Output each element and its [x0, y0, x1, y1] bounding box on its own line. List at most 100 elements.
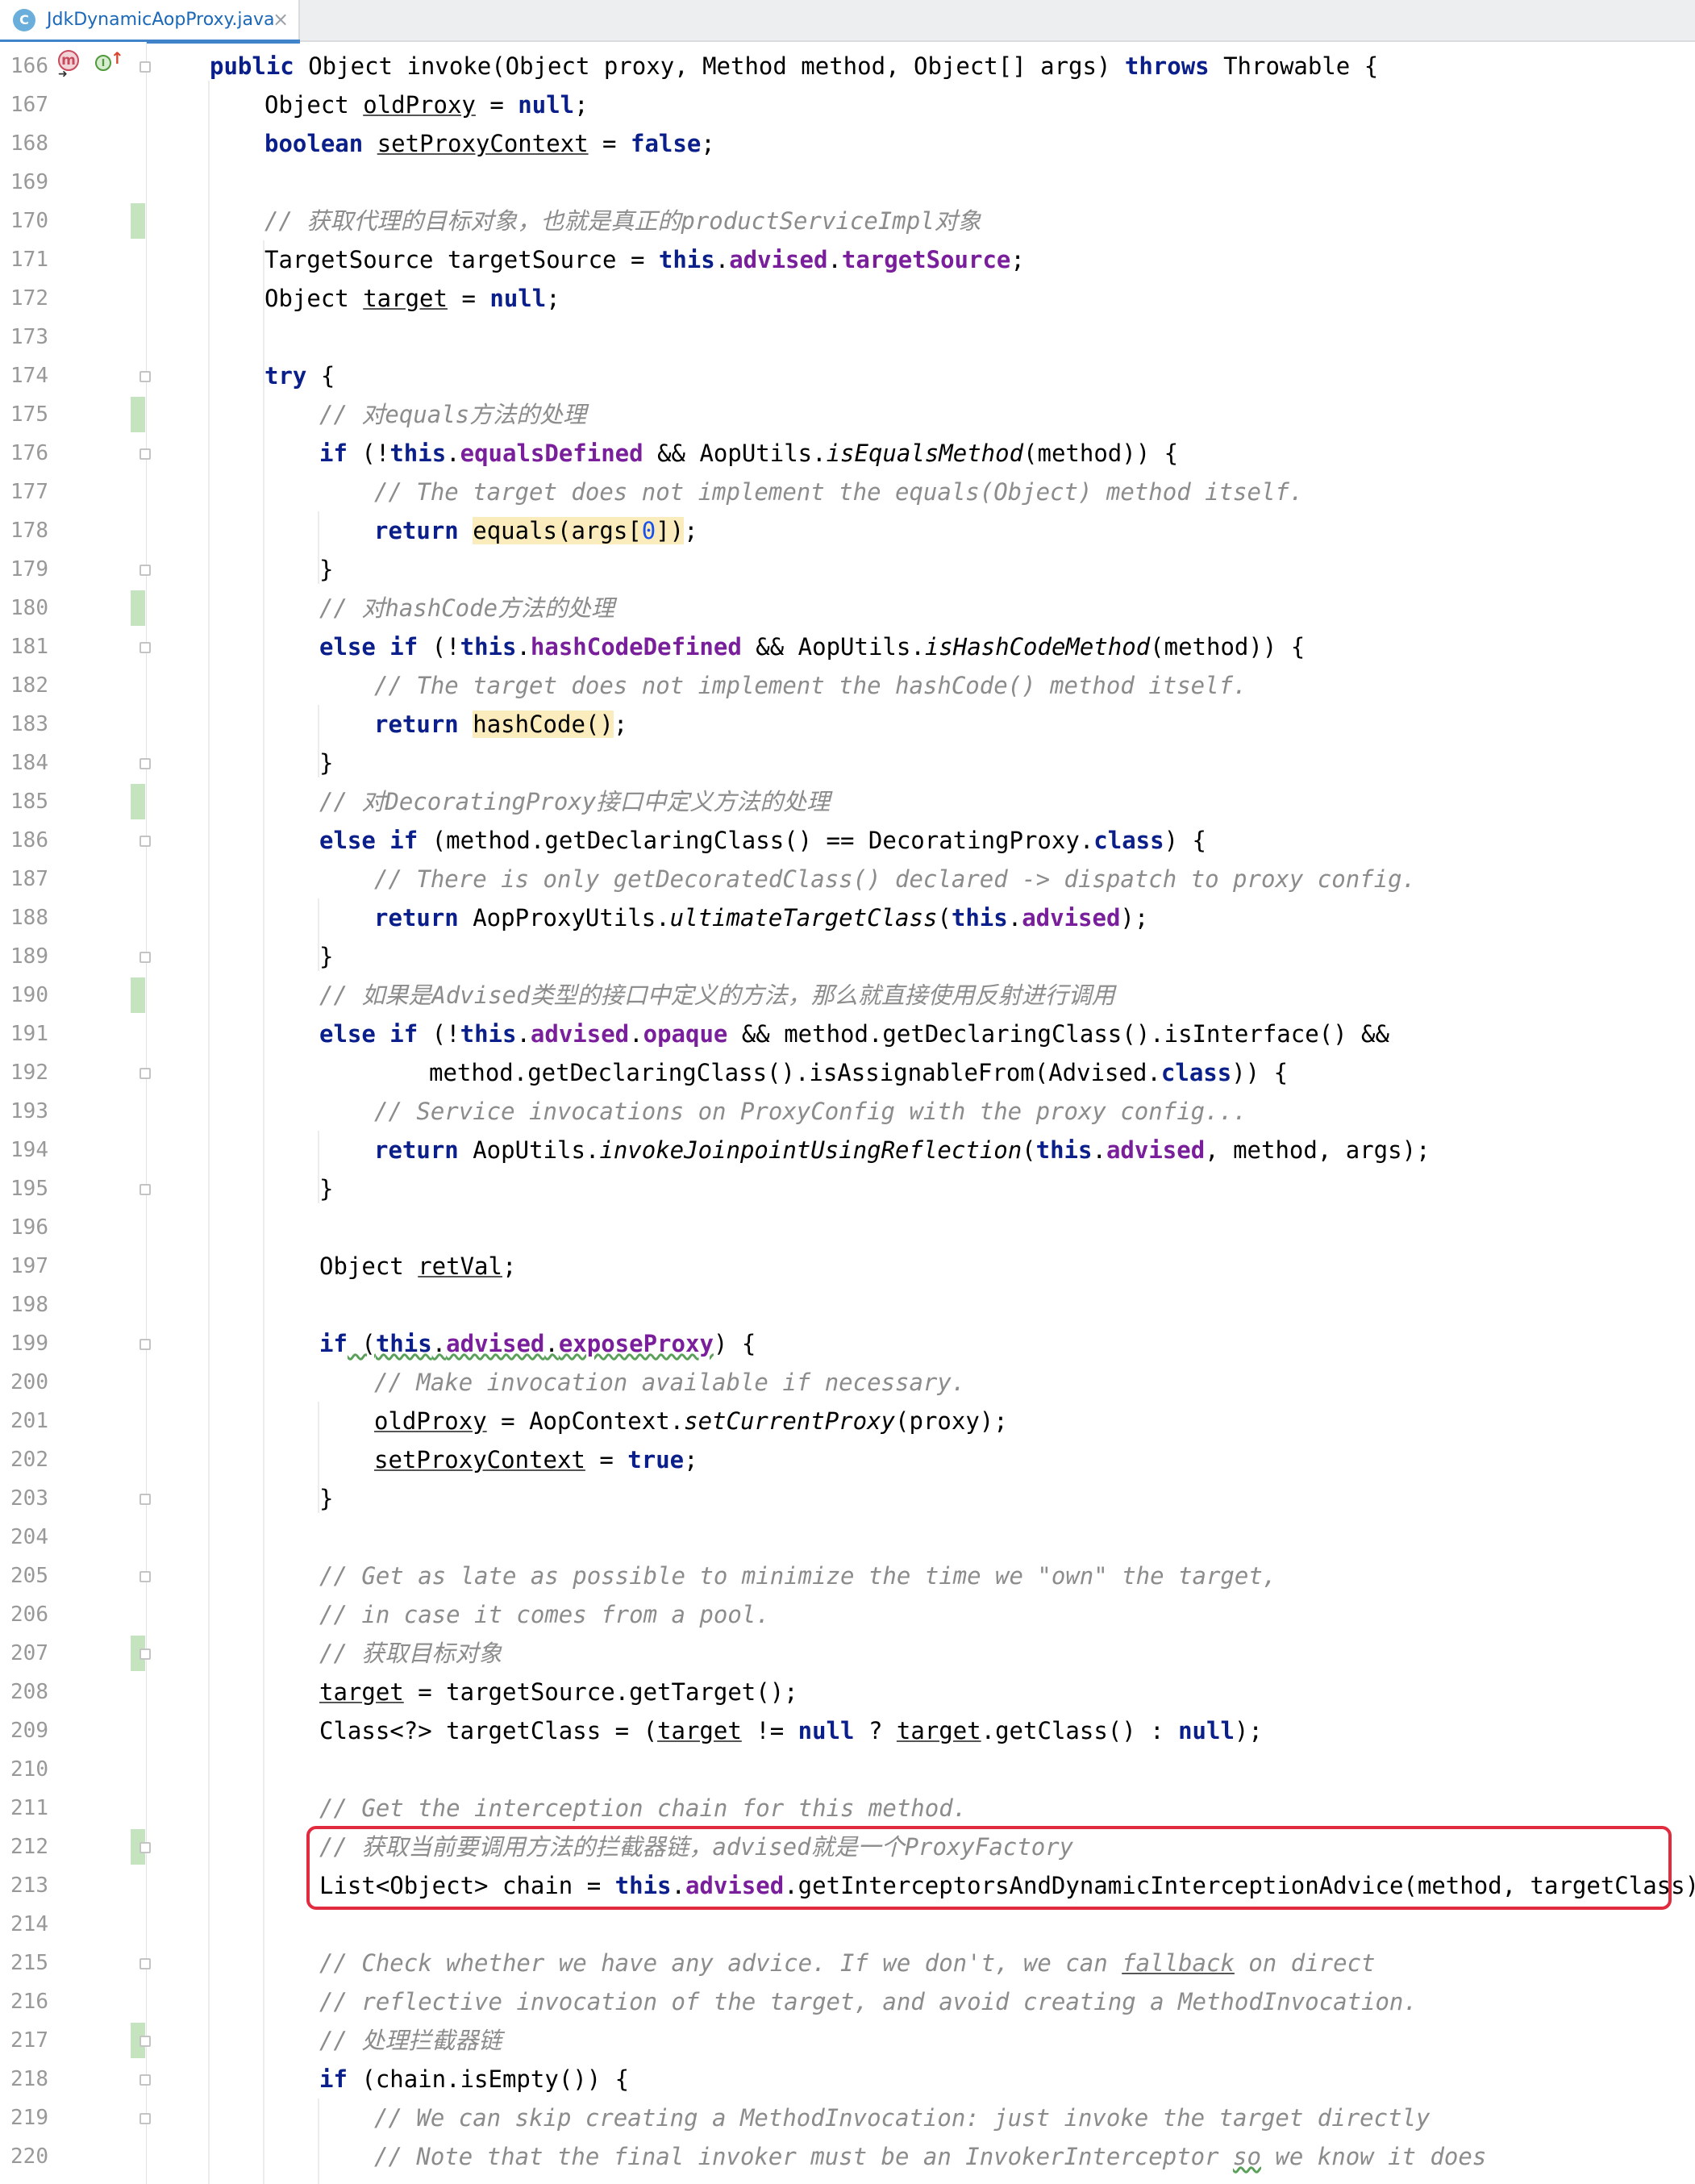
- line-number: 179: [10, 557, 48, 581]
- code-comment: // 处理拦截器链: [319, 2027, 502, 2054]
- code-comment: // Make invocation available if necessar…: [374, 1369, 966, 1396]
- vcs-change-marker[interactable]: [131, 590, 145, 626]
- code-line: Object target = null;: [264, 285, 560, 312]
- code-comment: // 对hashCode方法的处理: [319, 594, 615, 622]
- tab-title[interactable]: JdkDynamicAopProxy.java: [47, 10, 275, 30]
- code-line: else if (!this.hashCodeDefined && AopUti…: [319, 633, 1306, 661]
- line-number: 218: [10, 2067, 48, 2091]
- code-line: }: [319, 556, 334, 583]
- line-number: 183: [10, 712, 48, 736]
- line-number: 193: [10, 1099, 48, 1123]
- code-line: if (this.advised.exposeProxy) {: [319, 1330, 756, 1357]
- line-number: 202: [10, 1448, 48, 1472]
- line-number: 187: [10, 867, 48, 891]
- line-number: 169: [10, 170, 48, 194]
- line-number: 199: [10, 1332, 48, 1356]
- code-comment: // Note that the final invoker must be a…: [374, 2143, 1487, 2170]
- line-number: 181: [10, 635, 48, 659]
- editor-tab-bar: C JdkDynamicAopProxy.java ×: [0, 0, 1695, 44]
- line-number: 220: [10, 2144, 48, 2169]
- implements-method-icon[interactable]: I: [95, 55, 111, 71]
- line-number: 192: [10, 1061, 48, 1085]
- code-comment: // Get as late as possible to minimize t…: [319, 1562, 1277, 1590]
- code-line: boolean setProxyContext = false;: [264, 130, 715, 157]
- line-number: 195: [10, 1177, 48, 1201]
- line-number: 189: [10, 944, 48, 969]
- code-comment: // The target does not implement the has…: [374, 672, 1247, 699]
- close-tab-icon[interactable]: ×: [273, 8, 289, 31]
- code-line: Object retVal;: [319, 1252, 517, 1280]
- code-comment: // The target does not implement the equ…: [374, 478, 1304, 506]
- line-number: 182: [10, 673, 48, 698]
- code-line: public Object invoke(Object proxy, Metho…: [210, 52, 1379, 80]
- line-number: 177: [10, 480, 48, 504]
- indent-guide: [318, 2099, 319, 2184]
- navigate-arrow-icon: ➜: [58, 68, 68, 81]
- line-number: 201: [10, 1409, 48, 1433]
- vcs-change-marker[interactable]: [131, 977, 145, 1013]
- code-comment: // Check whether we have any advice. If …: [319, 1949, 1376, 1977]
- line-number: 190: [10, 983, 48, 1007]
- code-comment: // 如果是Advised类型的接口中定义的方法，那么就直接使用反射进行调用: [319, 982, 1115, 1009]
- code-comment: // reflective invocation of the target, …: [319, 1988, 1418, 2015]
- code-line: return hashCode();: [374, 711, 628, 738]
- line-number: 174: [10, 364, 48, 388]
- line-number: 204: [10, 1525, 48, 1549]
- editor-tab-jdkdynamicaopproxy[interactable]: C JdkDynamicAopProxy.java ×: [0, 0, 300, 44]
- line-number: 205: [10, 1564, 48, 1588]
- code-comment: // There is only getDecoratedClass() dec…: [374, 865, 1417, 893]
- line-number: 194: [10, 1138, 48, 1162]
- code-line: else if (method.getDeclaringClass() == D…: [319, 827, 1206, 854]
- line-number: 168: [10, 131, 48, 156]
- vcs-change-marker[interactable]: [131, 203, 145, 239]
- line-number: 178: [10, 519, 48, 543]
- line-number: 216: [10, 1990, 48, 2014]
- line-number: 191: [10, 1022, 48, 1046]
- code-comment: // 获取目标对象: [319, 1640, 502, 1667]
- code-line: }: [319, 749, 334, 777]
- line-number: 180: [10, 596, 48, 620]
- code-line: if (!this.equalsDefined && AopUtils.isEq…: [319, 440, 1179, 467]
- line-number: 219: [10, 2106, 48, 2130]
- code-line: if (chain.isEmpty()) {: [319, 2065, 630, 2093]
- code-comment: // Get the interception chain for this m…: [319, 1794, 968, 1822]
- line-number: 200: [10, 1370, 48, 1394]
- code-line: }: [319, 1485, 334, 1512]
- line-number: 210: [10, 1757, 48, 1782]
- line-number: 198: [10, 1293, 48, 1317]
- line-number: 203: [10, 1486, 48, 1511]
- line-number: 207: [10, 1641, 48, 1665]
- code-line: try {: [264, 362, 335, 390]
- java-class-icon: C: [13, 9, 35, 31]
- line-number: 209: [10, 1719, 48, 1743]
- go-to-super-arrow-icon[interactable]: ↑: [110, 48, 124, 68]
- line-number: 215: [10, 1951, 48, 1975]
- line-number: 212: [10, 1835, 48, 1859]
- vcs-change-marker[interactable]: [131, 784, 145, 819]
- code-comment: // 对DecoratingProxy接口中定义方法的处理: [319, 788, 831, 815]
- vcs-change-marker[interactable]: [131, 397, 145, 432]
- code-line: TargetSource targetSource = this.advised…: [264, 246, 1025, 273]
- line-number: 206: [10, 1603, 48, 1627]
- line-number: 171: [10, 248, 48, 272]
- code-line: }: [319, 1175, 334, 1202]
- code-line: method.getDeclaringClass().isAssignableF…: [429, 1059, 1289, 1086]
- code-line: Object oldProxy = null;: [264, 91, 589, 119]
- line-number: 186: [10, 828, 48, 852]
- code-comment: // Service invocations on ProxyConfig wi…: [374, 1098, 1247, 1125]
- code-line: target = targetSource.getTarget();: [319, 1678, 798, 1706]
- line-number: 214: [10, 1912, 48, 1936]
- code-line: return AopUtils.invokeJoinpointUsingRefl…: [374, 1136, 1431, 1164]
- line-number: 197: [10, 1254, 48, 1278]
- code-line: return equals(args[0]);: [374, 517, 698, 544]
- code-line: Class<?> targetClass = (target != null ?…: [319, 1717, 1263, 1744]
- code-line: return AopProxyUtils.ultimateTargetClass…: [374, 904, 1149, 932]
- code-comment: // 对equals方法的处理: [319, 401, 587, 428]
- code-line: else if (!this.advised.opaque && method.…: [319, 1020, 1389, 1048]
- code-comment: // in case it comes from a pool.: [319, 1601, 770, 1628]
- line-number: 175: [10, 402, 48, 427]
- line-number: 211: [10, 1796, 48, 1820]
- line-number: 196: [10, 1215, 48, 1240]
- indent-guide: [208, 81, 210, 2184]
- line-number: 176: [10, 441, 48, 465]
